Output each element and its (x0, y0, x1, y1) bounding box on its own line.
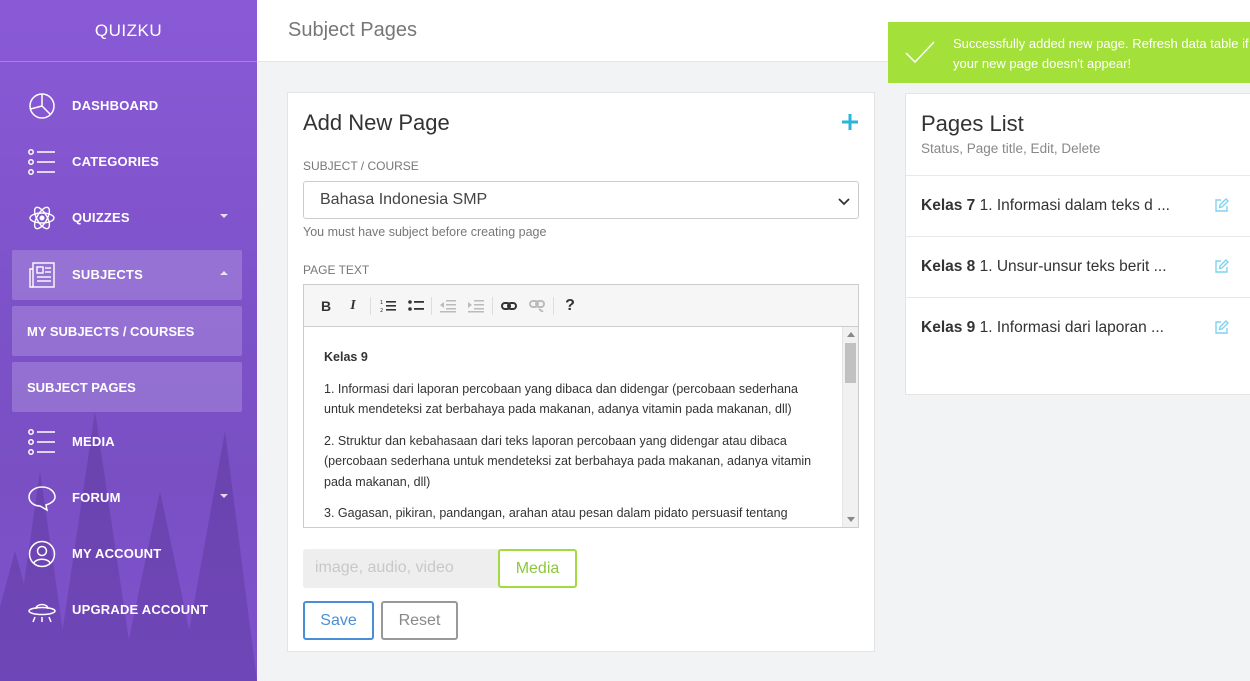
list-item-title: 1. Unsur-unsur teks berit ... (979, 258, 1167, 275)
user-circle-icon (26, 539, 58, 569)
bold-icon[interactable]: B (319, 296, 333, 316)
unlink-icon[interactable] (528, 296, 546, 316)
edit-icon[interactable] (1214, 319, 1230, 340)
subject-select-value: Bahasa Indonesia SMP (320, 191, 488, 208)
indent-icon[interactable] (467, 296, 485, 316)
subject-help-text: You must have subject before creating pa… (303, 225, 547, 239)
media-button[interactable]: Media (498, 549, 577, 588)
chat-bubble-icon (26, 483, 58, 513)
pie-chart-icon (26, 91, 58, 121)
subject-select[interactable]: Bahasa Indonesia SMP (303, 181, 859, 219)
reset-button[interactable]: Reset (381, 601, 458, 640)
bullet-list-icon[interactable] (407, 296, 425, 316)
list-item[interactable]: Kelas 9 1. Informasi dari laporan ... (906, 297, 1250, 358)
save-button[interactable]: Save (303, 601, 374, 640)
toolbar-divider (431, 297, 432, 315)
subject-label: SUBJECT / COURSE (303, 159, 419, 173)
sidebar-subitem-subject-pages[interactable]: SUBJECT PAGES (12, 362, 242, 412)
content-heading: Kelas 9 (324, 350, 368, 364)
list-item[interactable]: Kelas 7 1. Informasi dalam teks d ... (906, 175, 1250, 236)
atom-icon (26, 203, 58, 233)
brand-logo[interactable]: QUIZKU (0, 0, 257, 62)
scroll-thumb[interactable] (845, 343, 856, 383)
sidebar-item-dashboard[interactable]: DASHBOARD (12, 81, 242, 131)
list-item-text: Kelas 7 1. Informasi dalam teks d ... (921, 197, 1170, 215)
chevron-down-icon (220, 494, 228, 498)
card-title: Pages List (921, 111, 1024, 136)
list-item[interactable]: Kelas 8 1. Unsur-unsur teks berit ... (906, 236, 1250, 297)
notification-message: Successfully added new page. Refresh dat… (953, 34, 1250, 74)
page-title: Subject Pages (288, 19, 417, 41)
sidebar-item-label: SUBJECTS (72, 267, 143, 282)
toolbar-divider (492, 297, 493, 315)
pages-list-card: Pages List Status, Page title, Edit, Del… (905, 93, 1250, 395)
list-icon (26, 147, 58, 177)
content-paragraph: 3. Gagasan, pikiran, pandangan, arahan a… (324, 506, 788, 520)
chevron-down-icon (220, 214, 228, 218)
sidebar-item-label: UPGRADE ACCOUNT (72, 602, 209, 617)
sidebar-item-upgrade-account[interactable]: UPGRADE ACCOUNT (12, 585, 242, 635)
list-item-kelas: Kelas 9 (921, 319, 976, 336)
add-page-card: Add New Page SUBJECT / COURSE Bahasa Ind… (287, 92, 875, 652)
list-item-kelas: Kelas 7 (921, 197, 976, 214)
numbered-list-icon[interactable]: 12 (379, 296, 397, 316)
plus-icon[interactable] (842, 109, 858, 137)
toolbar-divider (370, 297, 371, 315)
content-paragraph: 1. Informasi dari laporan percobaan yang… (324, 381, 798, 417)
edit-icon[interactable] (1214, 258, 1230, 279)
editor-scrollbar[interactable] (842, 327, 858, 527)
notification-line: your new page doesn't appear! (953, 56, 1132, 71)
sidebar-item-label: CATEGORIES (72, 154, 159, 169)
chevron-up-icon (220, 271, 228, 275)
list-item-title: 1. Informasi dalam teks d ... (979, 197, 1170, 214)
list-item-title: 1. Informasi dari laporan ... (979, 319, 1164, 336)
sidebar-item-label: QUIZZES (72, 210, 130, 225)
card-subtitle: Status, Page title, Edit, Delete (921, 141, 1101, 156)
notification-line: Successfully added new page. Refresh dat… (953, 36, 1249, 51)
sidebar-item-label: FORUM (72, 490, 121, 505)
sidebar: QUIZKU DASHBOARD CATEGORIES QUIZZES SUBJ… (0, 0, 257, 681)
sidebar-item-subjects[interactable]: SUBJECTS (12, 250, 242, 300)
page-text-label: PAGE TEXT (303, 263, 370, 277)
sidebar-subitem-my-subjects[interactable]: MY SUBJECTS / COURSES (12, 306, 242, 356)
media-input[interactable]: image, audio, video (303, 549, 499, 588)
success-notification[interactable]: Successfully added new page. Refresh dat… (888, 22, 1250, 83)
list-item-text: Kelas 8 1. Unsur-unsur teks berit ... (921, 258, 1167, 276)
card-title: Add New Page (303, 110, 450, 135)
sidebar-item-forum[interactable]: FORUM (12, 473, 242, 523)
sidebar-item-my-account[interactable]: MY ACCOUNT (12, 529, 242, 579)
sidebar-item-label: MEDIA (72, 434, 115, 449)
newspaper-icon (26, 260, 58, 290)
svg-text:1: 1 (380, 300, 383, 306)
sidebar-item-label: MY ACCOUNT (72, 546, 162, 561)
editor-content[interactable]: Kelas 9 1. Informasi dari laporan percob… (304, 327, 842, 527)
editor-toolbar: B I 12 ? (304, 285, 858, 327)
sidebar-item-label: DASHBOARD (72, 98, 159, 113)
list-item-text: Kelas 9 1. Informasi dari laporan ... (921, 319, 1164, 337)
link-icon[interactable] (500, 296, 518, 316)
sidebar-item-quizzes[interactable]: QUIZZES (12, 193, 242, 243)
ufo-icon (26, 595, 58, 625)
rich-text-editor[interactable]: B I 12 ? Kelas 9 1. Informasi dari lapor… (303, 284, 859, 528)
chevron-down-icon (838, 194, 850, 212)
list-item-kelas: Kelas 8 (921, 258, 976, 275)
sidebar-item-media[interactable]: MEDIA (12, 417, 242, 467)
sidebar-item-categories[interactable]: CATEGORIES (12, 137, 242, 187)
edit-icon[interactable] (1214, 197, 1230, 218)
svg-text:2: 2 (380, 308, 383, 313)
italic-icon[interactable]: I (346, 296, 360, 316)
check-icon (904, 38, 936, 69)
toolbar-divider (553, 297, 554, 315)
help-icon[interactable]: ? (562, 296, 578, 316)
content-paragraph: 2. Struktur dan kebahasaan dari teks lap… (324, 433, 812, 489)
list-icon (26, 427, 58, 457)
scroll-up-arrow[interactable] (847, 332, 855, 337)
scroll-down-arrow[interactable] (847, 517, 855, 522)
outdent-icon[interactable] (439, 296, 457, 316)
